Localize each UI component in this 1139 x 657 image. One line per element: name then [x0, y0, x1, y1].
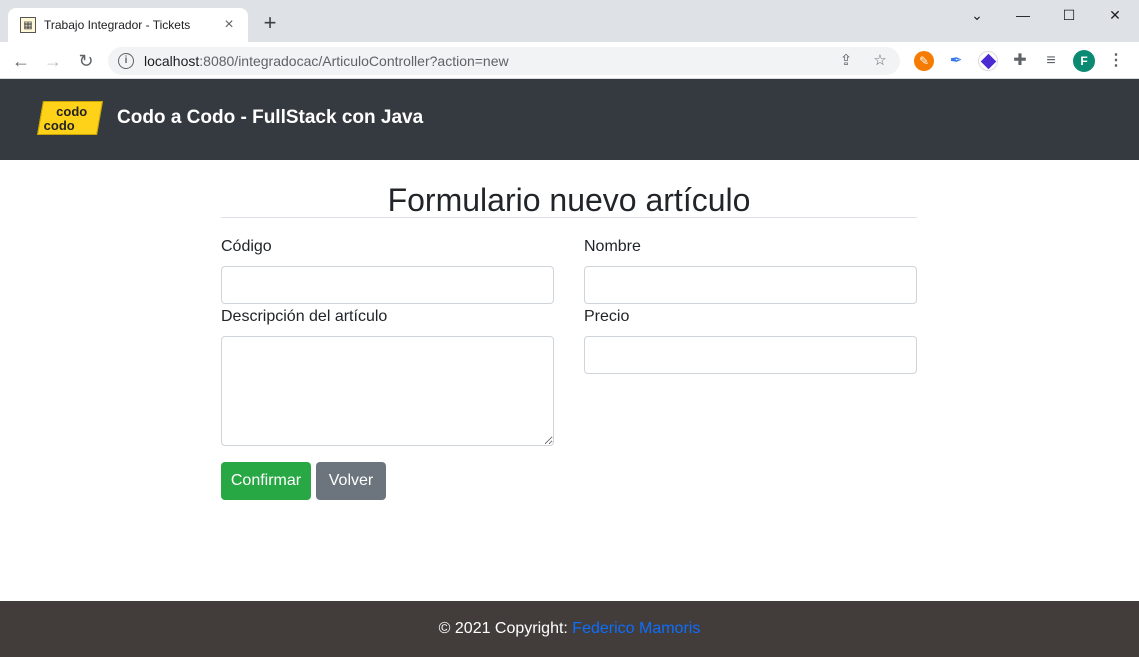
browser-tab[interactable]: ▦ Trabajo Integrador - Tickets ×	[8, 8, 248, 42]
confirm-button[interactable]: Confirmar	[221, 462, 311, 500]
footer: © 2021 Copyright: Federico Mamoris	[0, 601, 1139, 657]
precio-input[interactable]	[584, 336, 917, 374]
address-bar[interactable]: i localhost:8080/integradocac/ArticuloCo…	[108, 47, 900, 75]
descripcion-label: Descripción del artículo	[221, 308, 388, 325]
maximize-icon[interactable]: ☐	[1046, 4, 1092, 26]
codigo-input[interactable]	[221, 266, 554, 304]
forward-arrow-icon[interactable]: →	[40, 48, 66, 74]
bookmark-star-icon[interactable]: ☆	[870, 51, 890, 71]
extension-orange-icon[interactable]: ✎	[914, 51, 934, 71]
close-window-icon[interactable]: ✕	[1092, 4, 1138, 26]
extension-cube-icon[interactable]	[978, 51, 998, 71]
new-tab-button[interactable]: +	[258, 12, 282, 36]
codo-a-codo-logo[interactable]: codo codo	[37, 101, 103, 135]
minimize-icon[interactable]: —	[1000, 4, 1046, 26]
tab-search-icon[interactable]: ⌄	[954, 4, 1000, 26]
url-path: :8080/integradocac/ArticuloController?ac…	[199, 53, 509, 69]
nombre-input[interactable]	[584, 266, 917, 304]
site-info-icon[interactable]: i	[118, 53, 134, 69]
footer-copyright: © 2021 Copyright:	[438, 620, 573, 637]
back-button[interactable]: Volver	[316, 462, 386, 500]
reload-icon[interactable]: ↻	[73, 48, 99, 74]
browser-tab-bar: ▦ Trabajo Integrador - Tickets × + ⌄ — ☐…	[0, 0, 1139, 42]
footer-author-link[interactable]: Federico Mamoris	[572, 620, 700, 637]
share-icon[interactable]: ⇪	[836, 51, 856, 71]
favicon-icon: ▦	[20, 17, 36, 33]
descripcion-textarea[interactable]	[221, 336, 554, 446]
browser-menu-icon[interactable]: ⋮	[1108, 50, 1124, 72]
back-arrow-icon[interactable]: ←	[8, 48, 34, 74]
nombre-label: Nombre	[584, 238, 641, 255]
title-divider	[221, 217, 917, 218]
extensions-puzzle-icon[interactable]: ✚	[1010, 51, 1030, 71]
navbar-brand[interactable]: Codo a Codo - FullStack con Java	[117, 106, 423, 130]
page-title: Formulario nuevo artículo	[387, 182, 751, 218]
extension-feather-icon[interactable]: ✒	[946, 51, 966, 71]
precio-label: Precio	[584, 308, 630, 325]
tab-close-icon[interactable]: ×	[220, 17, 238, 33]
url-host: localhost	[144, 53, 200, 69]
browser-toolbar: ← → ↻ i localhost:8080/integradocac/Arti…	[0, 42, 1139, 79]
reading-list-icon[interactable]: ≡	[1041, 51, 1061, 71]
profile-avatar[interactable]: F	[1073, 50, 1095, 72]
tab-title: Trabajo Integrador - Tickets	[44, 18, 191, 32]
codigo-label: Código	[221, 238, 272, 255]
